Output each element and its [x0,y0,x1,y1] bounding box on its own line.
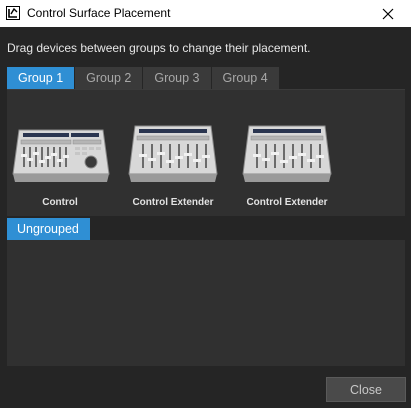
window-close-button[interactable] [365,0,411,27]
device-label-extender-1: Control Extender [132,197,214,208]
device-label-extender-2: Control Extender [246,197,328,208]
tab-group-3[interactable]: Group 3 [143,67,211,89]
group-panel: Control Control Extender Control Extende… [7,89,405,216]
close-icon [382,8,394,19]
ungrouped-tab[interactable]: Ungrouped [7,218,90,240]
tab-group-4[interactable]: Group 4 [211,67,279,89]
dialog-body: Drag devices between groups to change th… [0,27,411,408]
device-label-control: Control [42,197,78,208]
group-tabs: Group 1 Group 2 Group 3 Group 4 [7,67,279,89]
tab-group-1[interactable]: Group 1 [7,67,75,89]
close-button[interactable]: Close [326,377,406,402]
tab-group-2[interactable]: Group 2 [75,67,143,89]
ungrouped-panel [7,240,405,366]
instruction-text: Drag devices between groups to change th… [7,41,311,55]
title-bar: Control Surface Placement [0,0,411,27]
window-title: Control Surface Placement [27,6,171,20]
app-icon [6,6,20,20]
